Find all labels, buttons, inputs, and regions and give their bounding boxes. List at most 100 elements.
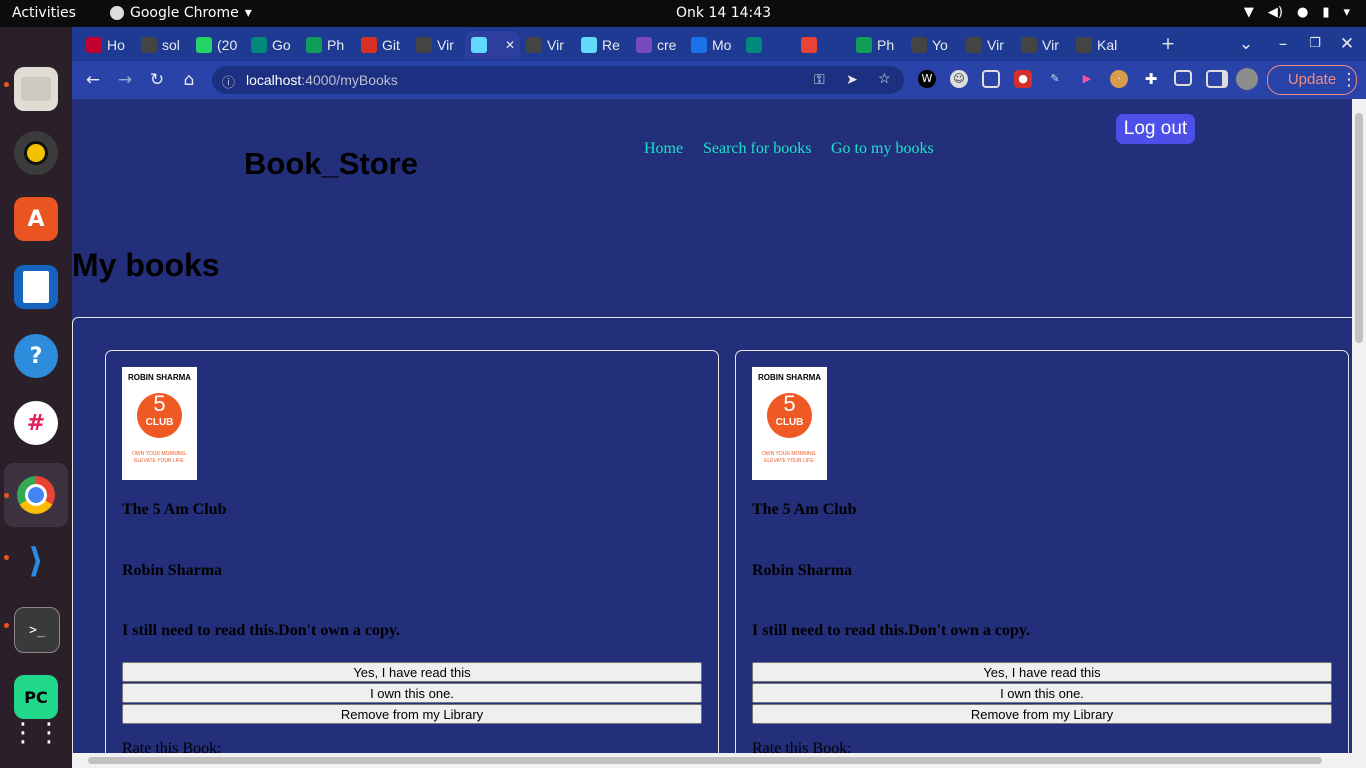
browser-tab[interactable]: Ph xyxy=(850,31,905,59)
browser-tab[interactable]: Vir xyxy=(410,31,465,59)
nav-link-my-books[interactable]: Go to my books xyxy=(831,140,934,158)
page-viewport: Book_Store Home Search for books Go to m… xyxy=(72,99,1352,753)
chrome-app-icon xyxy=(110,6,124,20)
site-brand[interactable]: Book_Store xyxy=(244,146,418,182)
url-text: localhost:4000/myBooks xyxy=(246,72,398,88)
clock[interactable]: Onk 14 14:43 xyxy=(676,5,771,21)
forward-icon[interactable]: → xyxy=(114,69,136,91)
address-bar[interactable]: ⓘ localhost:4000/myBooks ⚿ ➤ ☆ xyxy=(212,66,904,94)
cover-number: 5 xyxy=(153,391,166,416)
running-indicator xyxy=(4,623,9,628)
profile-avatar[interactable] xyxy=(1236,68,1258,90)
extensions-puzzle-icon[interactable]: ✚ xyxy=(1142,70,1160,88)
react-icon xyxy=(471,37,487,53)
show-apps-icon[interactable]: ⋮⋮ xyxy=(10,711,62,755)
book-author: Robin Sharma xyxy=(752,562,853,579)
extension-cookie-icon[interactable]: · xyxy=(1110,70,1128,88)
mark-owned-button[interactable]: I own this one. xyxy=(752,683,1332,703)
horizontal-scrollbar[interactable] xyxy=(72,753,1352,768)
browser-tab[interactable] xyxy=(795,31,850,59)
remove-from-library-button[interactable]: Remove from my Library xyxy=(122,704,702,724)
bookmark-star-icon[interactable]: ☆ xyxy=(878,70,891,87)
extension-eyedropper-icon[interactable]: ✎ xyxy=(1046,70,1064,88)
mark-read-button[interactable]: Yes, I have read this xyxy=(752,662,1332,682)
browser-tab[interactable]: Yo xyxy=(905,31,960,59)
browser-tab[interactable] xyxy=(740,31,795,59)
minimize-icon[interactable]: – xyxy=(1272,33,1294,55)
extension-face-icon[interactable]: ☺ xyxy=(950,70,968,88)
running-indicator xyxy=(4,82,9,87)
send-icon[interactable]: ➤ xyxy=(846,71,858,88)
cover-club-text: CLUB xyxy=(145,417,174,428)
files-icon[interactable] xyxy=(14,67,58,111)
scrollbar-thumb[interactable] xyxy=(88,757,1322,764)
whatsapp-icon xyxy=(196,37,212,53)
browser-tab[interactable]: Re xyxy=(575,31,630,59)
browser-tab[interactable]: Vir xyxy=(520,31,575,59)
extension-video-icon[interactable]: ▶ xyxy=(1078,70,1096,88)
vertical-scrollbar[interactable] xyxy=(1352,99,1366,768)
react-icon xyxy=(581,37,597,53)
extension-w-icon[interactable]: W xyxy=(918,70,936,88)
new-tab-icon[interactable]: + xyxy=(1157,33,1179,55)
system-tray[interactable]: ▼ ◀) ● ▮ ▾ xyxy=(1244,5,1350,20)
browser-tab[interactable]: Go xyxy=(245,31,300,59)
nav-link-search[interactable]: Search for books xyxy=(703,140,811,158)
chrome-menu-icon[interactable]: ⋮ xyxy=(1338,69,1360,91)
activities-button[interactable]: Activities xyxy=(12,5,76,21)
extension-capture-icon[interactable] xyxy=(982,70,1000,88)
browser-tab[interactable]: Ho xyxy=(80,31,135,59)
remove-from-library-button[interactable]: Remove from my Library xyxy=(752,704,1332,724)
mark-read-button[interactable]: Yes, I have read this xyxy=(122,662,702,682)
browser-tab[interactable]: sol xyxy=(135,31,190,59)
cover-tagline: OWN YOUR MORNING. ELEVATE YOUR LIFE. xyxy=(132,451,187,464)
cast-icon[interactable] xyxy=(1174,70,1192,86)
app-menu[interactable]: Google Chrome ▾ xyxy=(110,5,252,21)
slack-icon[interactable]: # xyxy=(14,401,58,445)
power-menu-icon: ▾ xyxy=(1343,5,1350,20)
browser-tab[interactable]: Mo xyxy=(685,31,740,59)
side-panel-icon[interactable] xyxy=(1206,70,1228,88)
browser-tab[interactable]: Vir xyxy=(960,31,1015,59)
vscode-icon[interactable]: ⟩ xyxy=(14,539,58,583)
tab-search-icon[interactable]: ⌄ xyxy=(1235,33,1257,55)
nav-link-home[interactable]: Home xyxy=(644,140,683,158)
home-icon[interactable]: ⌂ xyxy=(178,69,200,91)
close-window-icon[interactable]: ✕ xyxy=(1336,33,1358,55)
browser-tab[interactable]: (20 xyxy=(190,31,245,59)
browser-tab[interactable]: ✕ xyxy=(465,31,520,59)
password-key-icon[interactable]: ⚿ xyxy=(814,71,825,88)
back-icon[interactable]: ← xyxy=(82,69,104,91)
restore-icon[interactable]: ❐ xyxy=(1304,33,1326,55)
extension-red-icon[interactable]: ● xyxy=(1014,70,1032,88)
chrome-dock-icon[interactable] xyxy=(4,463,68,527)
browser-tab[interactable]: Kal xyxy=(1070,31,1125,59)
site-info-icon[interactable]: ⓘ xyxy=(222,72,235,91)
book-card: ROBIN SHARMA 5 CLUB OWN YOUR MORNING. EL… xyxy=(105,350,719,753)
browser-tab[interactable]: Git xyxy=(355,31,410,59)
browser-tab[interactable]: Vir xyxy=(1015,31,1070,59)
angular-icon xyxy=(86,37,102,53)
tab-title: Yo xyxy=(932,37,948,53)
rhythmbox-icon[interactable] xyxy=(14,131,58,175)
reload-icon[interactable]: ↻ xyxy=(146,69,168,91)
logout-button[interactable]: Log out xyxy=(1116,114,1195,144)
mark-owned-button[interactable]: I own this one. xyxy=(122,683,702,703)
url-path: :4000/myBooks xyxy=(301,72,398,88)
browser-tab[interactable]: Ph xyxy=(300,31,355,59)
scrollbar-thumb[interactable] xyxy=(1355,113,1363,343)
software-center-icon[interactable]: A xyxy=(14,197,58,241)
browser-tab[interactable]: cre xyxy=(630,31,685,59)
close-tab-icon[interactable]: ✕ xyxy=(505,38,515,52)
terminal-icon[interactable]: >_ xyxy=(14,607,60,653)
running-indicator xyxy=(4,493,9,498)
help-icon[interactable]: ? xyxy=(14,334,58,378)
writer-icon[interactable] xyxy=(14,265,58,309)
calendar-icon xyxy=(691,37,707,53)
tab-title: Vir xyxy=(1042,37,1059,53)
tab-title: Vir xyxy=(547,37,564,53)
book-list: ROBIN SHARMA 5 CLUB OWN YOUR MORNING. EL… xyxy=(72,317,1352,753)
tab-title: cre xyxy=(657,37,677,53)
rate-book-label: Rate this Book: xyxy=(752,740,852,753)
cover-tagline: OWN YOUR MORNING. ELEVATE YOUR LIFE. xyxy=(762,451,817,464)
